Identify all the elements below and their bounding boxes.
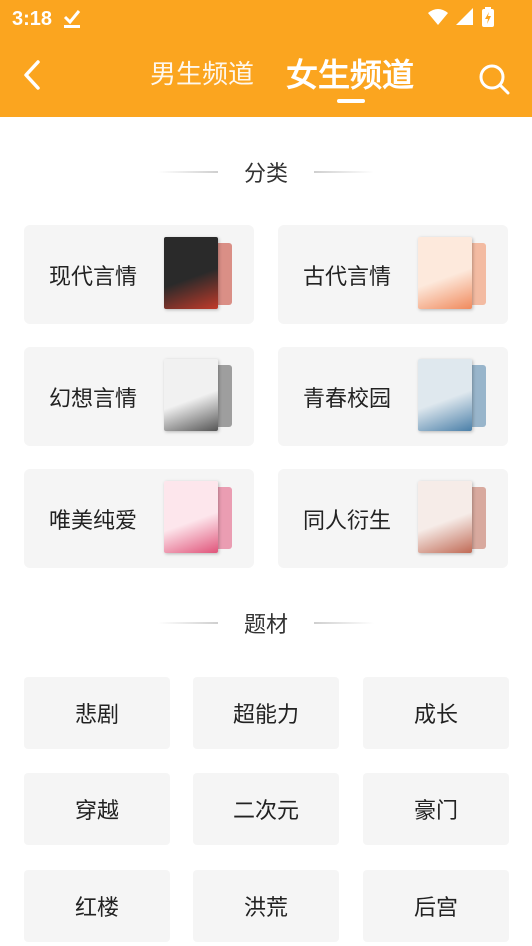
category-card[interactable]: 青春校园 <box>278 347 508 446</box>
section-title: 分类 <box>243 162 288 187</box>
tab-male-channel[interactable]: 男生频道 <box>150 54 254 91</box>
category-label: 青春校园 <box>303 387 392 412</box>
category-card[interactable]: 同人衍生 <box>278 469 508 568</box>
category-card[interactable]: 古代言情 <box>278 225 508 324</box>
theme-tag[interactable]: 豪门 <box>363 773 509 845</box>
book-cover-image <box>164 481 234 555</box>
back-arrow-icon[interactable] <box>18 58 48 92</box>
book-cover-image <box>418 359 488 433</box>
theme-tag[interactable]: 后宫 <box>363 870 509 942</box>
search-icon[interactable] <box>477 62 511 96</box>
category-label: 古代言情 <box>303 265 392 290</box>
wifi-icon <box>428 9 448 25</box>
signal-icon <box>456 8 473 25</box>
tab-indicator <box>337 99 365 103</box>
status-icons <box>428 7 494 27</box>
status-time: 3:18 <box>12 8 53 30</box>
category-label: 现代言情 <box>49 265 138 290</box>
battery-icon <box>482 7 494 27</box>
theme-tag[interactable]: 悲剧 <box>24 677 170 749</box>
category-label: 幻想言情 <box>49 387 138 412</box>
section-heading-theme: 题材 <box>0 608 532 638</box>
top-app-bar: 3:18 男生频道 女生频道 <box>0 0 532 117</box>
section-heading-category: 分类 <box>0 157 532 187</box>
download-done-icon <box>63 10 81 28</box>
category-label: 同人衍生 <box>303 509 392 534</box>
book-cover-image <box>164 237 234 311</box>
theme-tag[interactable]: 穿越 <box>24 773 170 845</box>
category-card[interactable]: 唯美纯爱 <box>24 469 254 568</box>
theme-tag[interactable]: 超能力 <box>193 677 339 749</box>
theme-tag[interactable]: 红楼 <box>24 870 170 942</box>
section-title: 题材 <box>243 613 288 638</box>
tab-female-channel[interactable]: 女生频道 <box>286 50 414 96</box>
category-card[interactable]: 幻想言情 <box>24 347 254 446</box>
book-cover-image <box>418 237 488 311</box>
category-label: 唯美纯爱 <box>49 509 138 534</box>
theme-tag[interactable]: 成长 <box>363 677 509 749</box>
book-cover-image <box>418 481 488 555</box>
book-cover-image <box>164 359 234 433</box>
theme-tag[interactable]: 洪荒 <box>193 870 339 942</box>
theme-tag[interactable]: 二次元 <box>193 773 339 845</box>
category-card[interactable]: 现代言情 <box>24 225 254 324</box>
